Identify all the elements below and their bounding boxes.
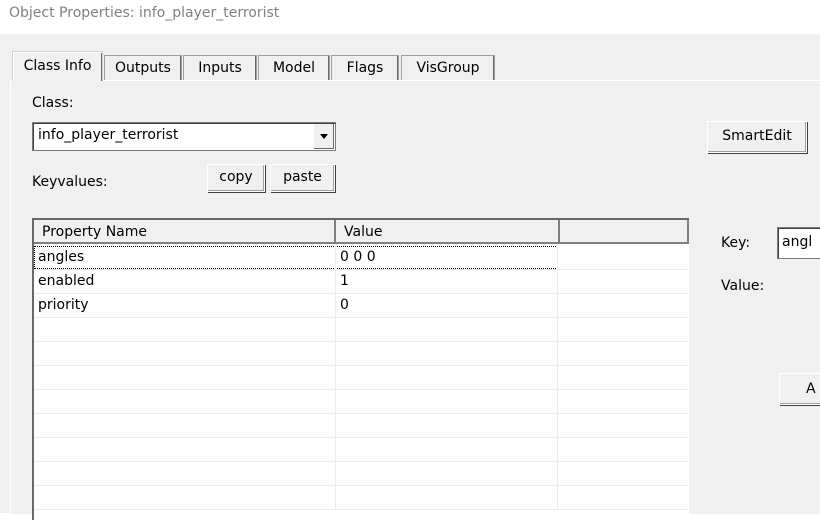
column-header-empty[interactable] <box>560 220 689 244</box>
column-header-value[interactable]: Value <box>336 220 560 244</box>
properties-dialog: Class Info Outputs Inputs Model Flags Vi… <box>0 34 820 520</box>
key-label: Key: <box>721 235 751 251</box>
empty-cell <box>336 462 558 485</box>
add-button[interactable]: A <box>779 373 820 405</box>
property-value-cell: 1 <box>336 270 558 293</box>
tab-inputs[interactable]: Inputs <box>183 55 257 80</box>
key-input[interactable]: angl <box>777 227 820 259</box>
property-name-cell: angles <box>34 246 336 269</box>
property-name-cell: priority <box>34 294 336 317</box>
class-info-panel: Class: info_player_terrorist Keyvalues: … <box>10 80 820 520</box>
empty-cell <box>34 462 336 485</box>
empty-row <box>34 462 689 486</box>
class-combobox[interactable]: info_player_terrorist <box>32 122 336 151</box>
empty-cell <box>34 366 336 389</box>
chevron-down-icon <box>320 134 328 139</box>
empty-cell <box>34 438 336 461</box>
empty-cell <box>336 318 558 341</box>
paste-button[interactable]: paste <box>270 164 335 192</box>
key-input-value: angl <box>782 234 813 250</box>
table-body: angles 0 0 0 enabled 1 priority 0 <box>34 246 689 510</box>
table-header: Property Name Value <box>34 220 689 246</box>
table-row[interactable]: priority 0 <box>34 294 689 318</box>
tab-model[interactable]: Model <box>258 55 330 80</box>
property-value-cell: 0 0 0 <box>336 246 558 269</box>
empty-row <box>34 414 689 438</box>
empty-cell <box>336 342 558 365</box>
copy-button[interactable]: copy <box>207 164 265 192</box>
table-row[interactable]: angles 0 0 0 <box>34 246 689 270</box>
property-value-cell: 0 <box>336 294 558 317</box>
title-bar: Object Properties: info_player_terrorist <box>0 0 820 32</box>
table-row[interactable]: enabled 1 <box>34 270 689 294</box>
empty-cell <box>34 486 336 509</box>
empty-cell <box>336 486 558 509</box>
tab-flags[interactable]: Flags <box>331 55 399 80</box>
tab-visgroup[interactable]: VisGroup <box>401 55 495 80</box>
empty-cell <box>34 318 336 341</box>
empty-cell <box>336 390 558 413</box>
keyvalues-table[interactable]: Property Name Value angles 0 0 0 enabled… <box>32 218 689 520</box>
smartedit-button[interactable]: SmartEdit <box>707 121 807 153</box>
column-header-property-name[interactable]: Property Name <box>34 220 336 244</box>
empty-cell <box>336 366 558 389</box>
empty-row <box>34 438 689 462</box>
empty-cell <box>34 414 336 437</box>
empty-row <box>34 486 689 510</box>
empty-cell <box>34 342 336 365</box>
tab-class-info[interactable]: Class Info <box>12 51 103 81</box>
value-label: Value: <box>721 278 765 294</box>
empty-cell <box>336 414 558 437</box>
keyvalues-label: Keyvalues: <box>32 174 108 190</box>
window-title: Object Properties: info_player_terrorist <box>9 5 280 21</box>
tab-outputs[interactable]: Outputs <box>104 55 182 80</box>
class-label: Class: <box>32 95 74 111</box>
property-name-cell: enabled <box>34 270 336 293</box>
empty-cell <box>34 390 336 413</box>
class-dropdown-button[interactable] <box>313 124 334 149</box>
empty-row <box>34 366 689 390</box>
empty-row <box>34 318 689 342</box>
class-value: info_player_terrorist <box>38 127 179 143</box>
empty-row <box>34 390 689 414</box>
empty-row <box>34 342 689 366</box>
empty-cell <box>336 438 558 461</box>
